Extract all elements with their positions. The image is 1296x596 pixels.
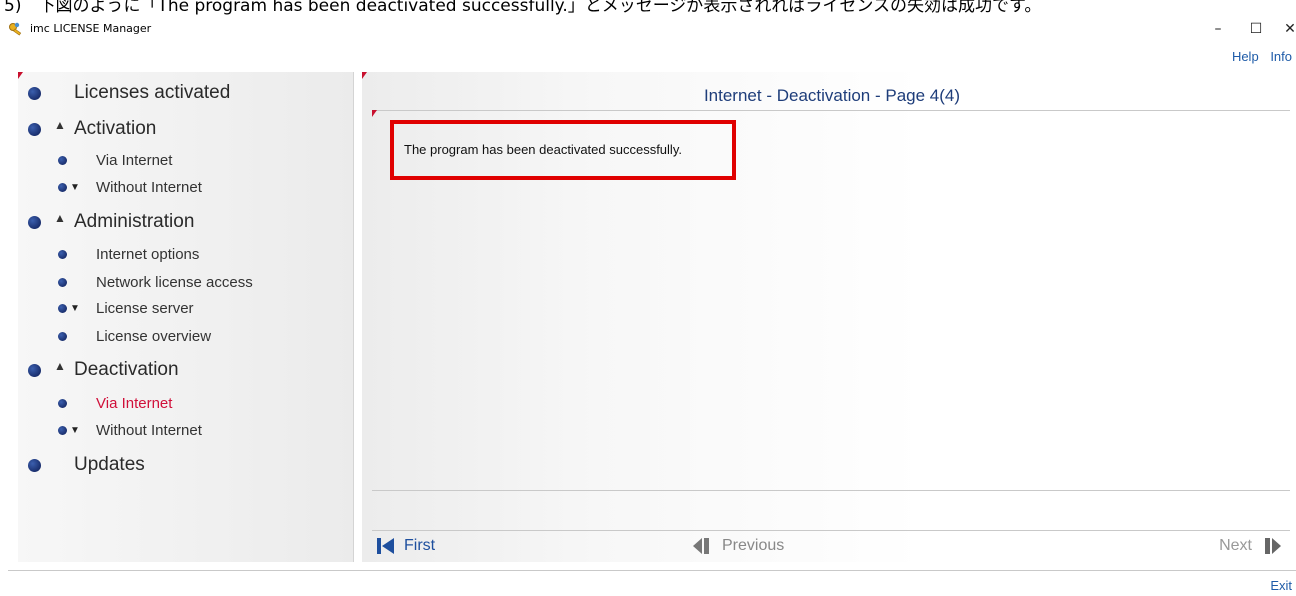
sidebar-item-administration[interactable]: ▲ Administration: [18, 209, 354, 235]
bullet-icon: [58, 277, 67, 287]
sidebar-item-label: Without Internet: [96, 421, 202, 439]
sidebar-item-network-license-access[interactable]: Network license access: [18, 271, 354, 293]
first-button[interactable]: First: [376, 536, 435, 556]
bullet-icon: [58, 398, 67, 408]
footer-divider: [8, 570, 1296, 571]
sidebar-item-activation-without-internet[interactable]: ▼ Without Internet: [18, 176, 354, 198]
sidebar-item-deactivation[interactable]: ▲ Deactivation: [18, 357, 354, 383]
expand-down-icon: ▼: [70, 302, 80, 314]
first-label: First: [404, 537, 436, 554]
sidebar-item-label: Without Internet: [96, 178, 202, 196]
corner-mark: [18, 72, 23, 79]
window-title: imc LICENSE Manager: [30, 22, 152, 35]
collapse-up-icon: ▲: [54, 359, 66, 373]
bullet-icon: [58, 182, 67, 192]
bullet-icon: [58, 249, 67, 259]
previous-icon: [693, 538, 709, 554]
sidebar-item-label: Via Internet: [96, 151, 173, 169]
divider: [372, 530, 1290, 531]
corner-mark: [362, 72, 367, 79]
previous-label: Previous: [722, 537, 785, 554]
sidebar-item-activation[interactable]: ▲ Activation: [18, 116, 354, 142]
minimize-button[interactable]: –: [1198, 18, 1238, 40]
bullet-icon: [28, 458, 41, 472]
key-icon: [9, 22, 22, 36]
bullet-icon: [58, 303, 67, 313]
bullet-icon: [28, 215, 41, 229]
caption-strip: 5) 下図のように「The program has been deactivat…: [0, 0, 1296, 18]
divider: [372, 110, 1290, 111]
bullet-icon: [28, 122, 41, 136]
divider: [372, 490, 1290, 491]
top-menu: Help Info: [1224, 49, 1292, 64]
sidebar-item-internet-options[interactable]: Internet options: [18, 243, 354, 265]
collapse-up-icon: ▲: [54, 211, 66, 225]
sidebar-item-deactivation-via-internet[interactable]: Via Internet: [18, 392, 354, 414]
sidebar-item-label: Administration: [74, 211, 195, 232]
next-button[interactable]: Next: [1219, 536, 1282, 556]
sidebar-item-deactivation-without-internet[interactable]: ▼ Without Internet: [18, 419, 354, 441]
bullet-icon: [28, 363, 41, 377]
expand-down-icon: ▼: [70, 181, 80, 193]
screenshot-page: 5) 下図のように「The program has been deactivat…: [0, 0, 1296, 596]
sidebar-item-label: License overview: [96, 327, 212, 345]
sidebar-item-licenses-activated[interactable]: Licenses activated: [18, 80, 354, 106]
page-title: Internet - Deactivation - Page 4(4): [703, 86, 961, 105]
sidebar-item-label: Activation: [74, 118, 157, 139]
next-label: Next: [1219, 537, 1252, 554]
close-button[interactable]: ✕: [1270, 18, 1296, 40]
bullet-icon: [58, 155, 67, 165]
skip-first-icon: [377, 538, 394, 554]
caption-text: 5) 下図のように「The program has been deactivat…: [4, 0, 1042, 16]
bullet-icon: [58, 425, 67, 435]
info-link[interactable]: Info: [1270, 49, 1292, 64]
bullet-icon: [28, 86, 41, 100]
sidebar-item-label: License server: [96, 299, 194, 317]
next-icon: [1265, 538, 1281, 554]
sidebar-item-updates[interactable]: Updates: [18, 452, 354, 478]
title-bar: imc LICENSE Manager – ☐ ✕: [0, 18, 1296, 40]
sidebar-item-license-overview[interactable]: License overview: [18, 325, 354, 347]
sidebar-item-license-server[interactable]: ▼ License server: [18, 297, 354, 319]
previous-button[interactable]: Previous: [692, 536, 784, 556]
sidebar-item-label: Internet options: [96, 245, 200, 263]
sidebar-item-label: Licenses activated: [74, 82, 231, 103]
expand-down-icon: ▼: [70, 424, 80, 436]
sidebar-item-activation-via-internet[interactable]: Via Internet: [18, 149, 354, 171]
sidebar-item-label: Network license access: [96, 273, 253, 291]
bullet-icon: [58, 331, 67, 341]
main-panel: Internet - Deactivation - Page 4(4) The …: [362, 72, 1296, 562]
help-link[interactable]: Help: [1232, 49, 1259, 64]
sidebar-item-label: Deactivation: [74, 359, 179, 380]
corner-mark: [372, 110, 377, 117]
exit-link[interactable]: Exit: [1270, 578, 1292, 593]
sidebar: Licenses activated ▲ Activation Via Inte…: [18, 72, 354, 562]
sidebar-item-label: Via Internet: [96, 394, 173, 412]
sidebar-item-label: Updates: [74, 454, 145, 475]
status-message: The program has been deactivated success…: [404, 142, 682, 157]
collapse-up-icon: ▲: [54, 118, 66, 132]
